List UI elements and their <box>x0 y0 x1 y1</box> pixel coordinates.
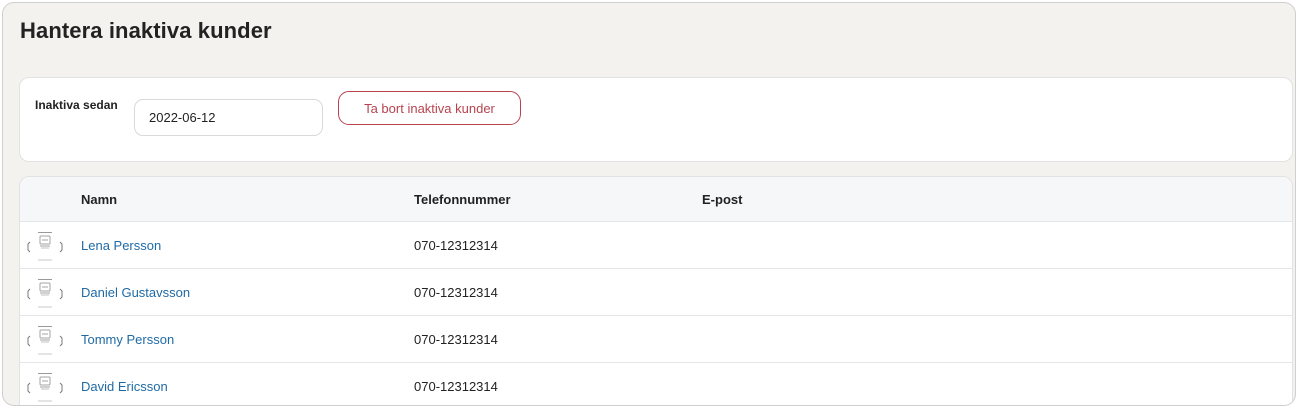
inactive-since-date-input[interactable] <box>134 99 323 136</box>
contact-card-icon <box>27 372 63 402</box>
customer-phone: 070-12312314 <box>414 285 498 300</box>
customer-name-link[interactable]: Daniel Gustavsson <box>81 285 190 300</box>
column-header-email: E-post <box>702 192 743 207</box>
inactive-since-label: Inaktiva sedan <box>35 98 118 112</box>
table-row: Lena Persson 070-12312314 <box>20 222 1292 269</box>
customer-phone: 070-12312314 <box>414 238 498 253</box>
column-header-phone: Telefonnummer <box>414 192 511 207</box>
column-header-name: Namn <box>81 192 118 207</box>
customer-name-link[interactable]: David Ericsson <box>81 379 168 394</box>
customer-name-link[interactable]: Tommy Persson <box>81 332 174 347</box>
page-title: Hantera inaktiva kunder <box>20 18 272 43</box>
contact-card-icon <box>27 278 63 308</box>
customer-name-link[interactable]: Lena Persson <box>81 238 161 253</box>
inactive-customers-page: Hantera inaktiva kunder Inaktiva sedan T… <box>2 2 1296 406</box>
customer-phone: 070-12312314 <box>414 379 498 394</box>
filter-panel: Inaktiva sedan Ta bort inaktiva kunder <box>19 77 1293 162</box>
table-row: David Ericsson 070-12312314 <box>20 363 1292 405</box>
contact-card-icon <box>27 325 63 355</box>
table-row: Tommy Persson 070-12312314 <box>20 316 1292 363</box>
remove-inactive-customers-button[interactable]: Ta bort inaktiva kunder <box>338 91 521 125</box>
table-header: Namn Telefonnummer E-post <box>20 177 1292 222</box>
table-row: Daniel Gustavsson 070-12312314 <box>20 269 1292 316</box>
contact-card-icon <box>27 231 63 261</box>
customer-phone: 070-12312314 <box>414 332 498 347</box>
customers-table: Namn Telefonnummer E-post Lena Persson 0… <box>19 176 1293 405</box>
